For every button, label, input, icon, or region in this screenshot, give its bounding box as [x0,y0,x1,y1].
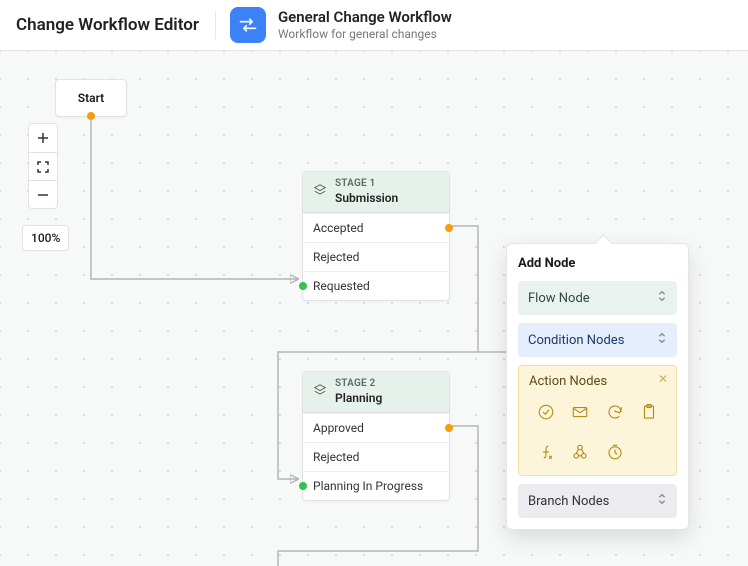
header-bar: Change Workflow Editor General Change Wo… [0,0,748,51]
stage1-row-label: Accepted [313,221,364,235]
add-branch-node[interactable]: Branch Nodes [518,484,677,518]
add-condition-label: Condition Nodes [528,333,624,348]
stage1-title: Submission [335,191,398,206]
workflow-desc: Workflow for general changes [278,27,452,42]
stage1-requested-in-port[interactable] [299,282,307,290]
action-sync-icon[interactable] [602,399,628,425]
stage2-row-label: Planning In Progress [313,479,423,493]
workflow-name: General Change Workflow [278,8,452,27]
stage2-kicker: STAGE 2 [335,378,382,391]
expand-icon [657,331,667,349]
workflow-meta: General Change Workflow Workflow for gen… [278,8,452,42]
layers-icon [313,183,327,201]
stage1-kicker: STAGE 1 [335,178,398,191]
stage1-row-label: Rejected [313,250,359,264]
stage2-node[interactable]: STAGE 2 Planning Approved Rejected Plann… [302,371,450,501]
stage2-approved-out-port[interactable] [445,424,453,432]
stage1-node[interactable]: STAGE 1 Submission Accepted Rejected Req… [302,171,450,301]
stage2-title: Planning [335,391,382,406]
add-branch-label: Branch Nodes [528,494,609,509]
close-icon[interactable]: ✕ [658,372,668,386]
start-node[interactable]: Start [55,79,127,117]
zoom-in-button[interactable] [29,124,57,152]
add-flow-node[interactable]: Flow Node [518,281,677,315]
add-action-label: Action Nodes [529,374,666,389]
expand-icon [657,289,667,307]
start-label: Start [78,91,104,105]
stage2-row-rejected[interactable]: Rejected [303,442,449,471]
stage1-row-label: Requested [313,279,370,293]
zoom-out-button[interactable] [29,180,57,208]
header-divider [215,11,216,39]
zoom-controls [28,123,58,209]
stage2-row-label: Approved [313,421,364,435]
start-output-port[interactable] [87,112,95,120]
stage1-row-rejected[interactable]: Rejected [303,242,449,271]
action-timer-icon[interactable] [602,439,628,465]
expand-icon [657,492,667,510]
action-mail-icon[interactable] [567,399,593,425]
add-node-title: Add Node [518,256,677,271]
action-nodes-group: ✕ Action Nodes [518,365,677,476]
zoom-level-display: 100% [22,225,69,251]
action-clipboard-icon[interactable] [636,399,662,425]
zoom-fit-button[interactable] [29,152,57,180]
stage1-row-requested[interactable]: Requested [303,271,449,300]
action-webhook-icon[interactable] [567,439,593,465]
stage2-row-planning[interactable]: Planning In Progress [303,471,449,500]
add-node-panel: Add Node Flow Node Condition Nodes ✕ Act… [506,243,689,530]
add-condition-node[interactable]: Condition Nodes [518,323,677,357]
stage2-header: STAGE 2 Planning [303,372,449,413]
layers-icon [313,383,327,401]
stage1-row-accepted[interactable]: Accepted [303,213,449,242]
action-approve-icon[interactable] [533,399,559,425]
stage1-header: STAGE 1 Submission [303,172,449,213]
stage2-row-approved[interactable]: Approved [303,413,449,442]
action-function-icon[interactable] [533,439,559,465]
stage2-planning-in-port[interactable] [299,482,307,490]
page-title: Change Workflow Editor [16,15,215,35]
add-flow-label: Flow Node [528,291,590,306]
workflow-canvas[interactable]: 100% Start STAGE 1 Submission Accepted R… [0,51,748,566]
stage1-accepted-out-port[interactable] [445,224,453,232]
workflow-icon [230,7,266,43]
stage2-row-label: Rejected [313,450,359,464]
